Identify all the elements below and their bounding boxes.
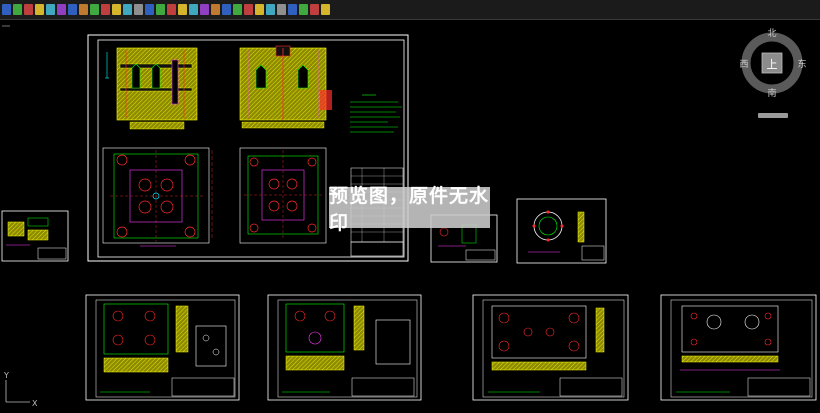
preview-watermark: 预览图，原件无水印 bbox=[329, 184, 490, 234]
rectangle-tool-icon[interactable] bbox=[200, 4, 209, 15]
arc-tool-icon[interactable] bbox=[178, 4, 187, 15]
mold-plan-view-right bbox=[239, 147, 327, 244]
explode-tool-icon[interactable] bbox=[310, 4, 319, 15]
mirror-tool-icon[interactable] bbox=[244, 4, 253, 15]
circle-tool-icon[interactable] bbox=[167, 4, 176, 15]
polyline-tool-icon[interactable] bbox=[189, 4, 198, 15]
move-tool-icon[interactable] bbox=[79, 4, 88, 15]
ucs-icon: Y X bbox=[3, 371, 38, 408]
ucs-x-label: X bbox=[32, 399, 38, 408]
insert-tool-icon[interactable] bbox=[145, 4, 154, 15]
offset-tool-icon[interactable] bbox=[233, 4, 242, 15]
modify-tool-icon[interactable] bbox=[24, 4, 33, 15]
viewcube-navigator[interactable]: 上 北 南 东 西 bbox=[739, 28, 807, 118]
compass-north-label[interactable]: 北 bbox=[767, 28, 776, 39]
mold-section-view-right bbox=[239, 45, 332, 129]
ucs-y-label: Y bbox=[3, 371, 9, 380]
layer-tool-icon[interactable] bbox=[13, 4, 22, 15]
copy-tool-icon[interactable] bbox=[68, 4, 77, 15]
mold-section-view-left bbox=[105, 47, 198, 130]
chamfer-tool-icon[interactable] bbox=[277, 4, 286, 15]
compass-west-label[interactable]: 西 bbox=[739, 59, 748, 70]
part-drawing-sheet-bottom-1[interactable] bbox=[85, 294, 240, 401]
part-drawing-sheet-bottom-4[interactable] bbox=[660, 294, 817, 401]
text-tool-icon[interactable] bbox=[112, 4, 121, 15]
part-drawing-sheet-ring[interactable] bbox=[516, 198, 607, 264]
rotate-tool-icon[interactable] bbox=[90, 4, 99, 15]
properties-tool-icon[interactable] bbox=[57, 4, 66, 15]
stretch-tool-icon[interactable] bbox=[299, 4, 308, 15]
extend-tool-icon[interactable] bbox=[222, 4, 231, 15]
fillet-tool-icon[interactable] bbox=[266, 4, 275, 15]
zoom-tool-icon[interactable] bbox=[46, 4, 55, 15]
part-drawing-sheet-bottom-3[interactable] bbox=[472, 294, 629, 401]
erase-tool-icon[interactable] bbox=[101, 4, 110, 15]
compass-south-label[interactable]: 南 bbox=[767, 87, 776, 99]
trim-tool-icon[interactable] bbox=[211, 4, 220, 15]
compass-east-label[interactable]: 东 bbox=[797, 58, 806, 70]
hatch-tool-icon[interactable] bbox=[123, 4, 132, 15]
measure-tool-icon[interactable] bbox=[321, 4, 330, 15]
draw-tool-icon[interactable] bbox=[2, 4, 11, 15]
cad-toolbar bbox=[0, 0, 820, 20]
viewcube-top-label: 上 bbox=[767, 58, 778, 71]
line-tool-icon[interactable] bbox=[156, 4, 165, 15]
scale-tool-icon[interactable] bbox=[288, 4, 297, 15]
dimension-tool-icon[interactable] bbox=[35, 4, 44, 15]
array-tool-icon[interactable] bbox=[255, 4, 264, 15]
block-tool-icon[interactable] bbox=[134, 4, 143, 15]
technical-notes-block bbox=[350, 94, 402, 133]
part-drawing-sheet-bottom-2[interactable] bbox=[267, 294, 422, 401]
mold-plan-view-left bbox=[102, 147, 213, 247]
part-drawing-sheet-small-left[interactable] bbox=[1, 210, 69, 262]
wcs-menu-button[interactable] bbox=[758, 113, 788, 118]
